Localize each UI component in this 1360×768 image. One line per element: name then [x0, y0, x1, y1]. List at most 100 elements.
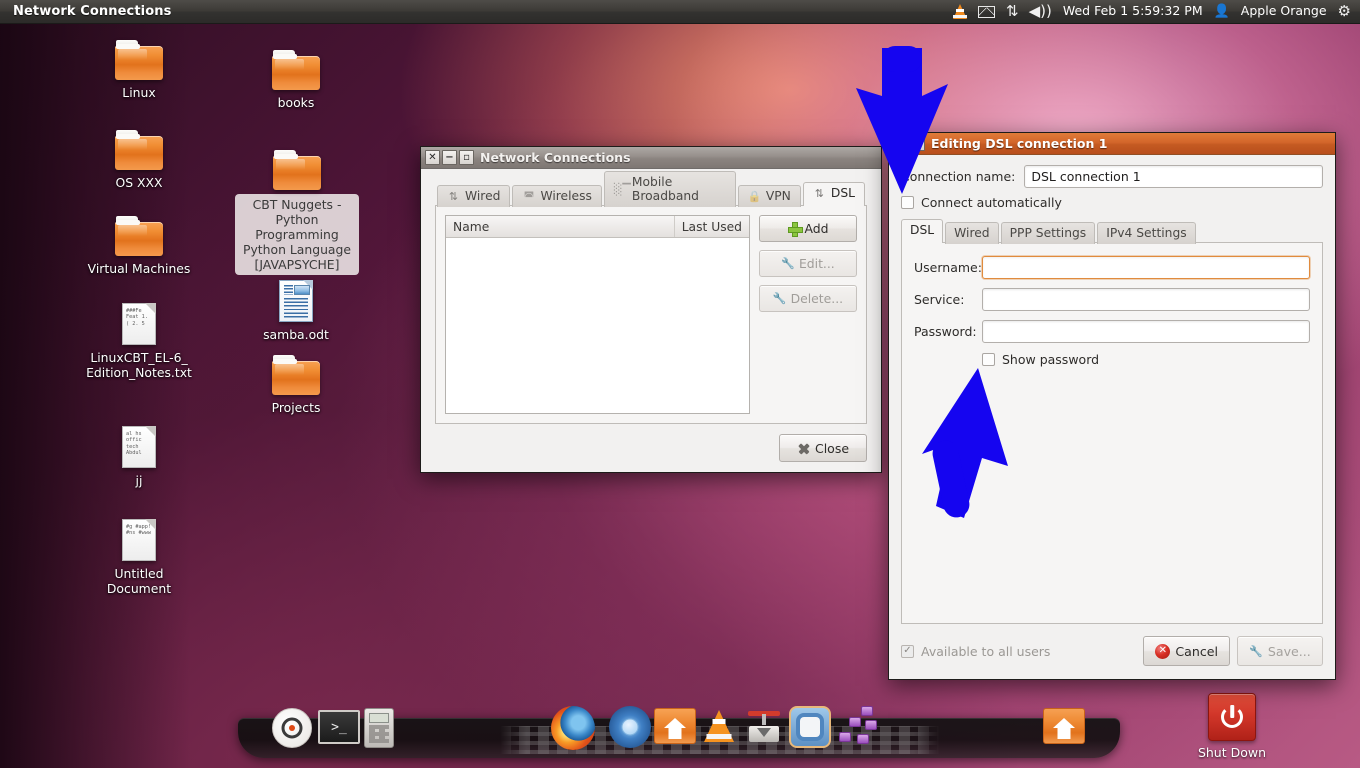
desktop-icon-linuxcbt-notes[interactable]: ###Fe Feat 1. ( 2. 5 LinuxCBT_EL-6_ Edit…	[78, 303, 200, 381]
text-file-icon: #g #app! #ns #www	[122, 519, 156, 561]
username-row: Username:	[914, 256, 1310, 279]
tab-dsl[interactable]: DSL	[901, 219, 944, 243]
add-button[interactable]: Add	[759, 215, 857, 242]
wireless-icon: ◚	[523, 189, 535, 203]
desktop-icon-untitled-document[interactable]: #g #app! #ns #www Untitled Document	[78, 519, 200, 597]
tab-wireless[interactable]: ◚ Wireless	[512, 185, 602, 207]
desktop-icon-label: samba.odt	[263, 327, 329, 342]
desktop-icon-linux[interactable]: Linux	[78, 40, 200, 101]
tab-label: VPN	[765, 189, 791, 203]
save-button[interactable]: 🔧 Save...	[1237, 636, 1323, 666]
clock-indicator[interactable]: Wed Feb 1 5:59:32 PM	[1063, 5, 1203, 18]
window-title: Editing DSL connection 1	[931, 136, 1108, 151]
network-connections-actionbar: Close	[435, 424, 867, 462]
dsl-tab-page: Username: Service: Password: Show passwo…	[901, 242, 1323, 624]
tab-dsl[interactable]: ⇅ DSL	[802, 182, 865, 206]
folder-icon	[272, 50, 320, 90]
folder-icon	[273, 150, 321, 190]
save-button-label: Save...	[1267, 643, 1311, 659]
connection-name-input[interactable]: DSL connection 1	[1024, 165, 1323, 188]
desktop-icon-os-xxx[interactable]: OS XXX	[78, 130, 200, 191]
desktop-icon-label: books	[277, 95, 315, 110]
edit-button[interactable]: 🔧 Edit...	[759, 250, 857, 277]
tab-vpn[interactable]: 🔒 VPN	[737, 185, 801, 207]
vmware-icon[interactable]	[789, 706, 831, 748]
close-button[interactable]: Close	[779, 434, 867, 462]
desktop-icon-label: OS XXX	[115, 175, 163, 190]
tab-ppp-settings[interactable]: PPP Settings	[1000, 222, 1096, 244]
tab-wired[interactable]: Wired	[945, 222, 999, 244]
maximize-icon[interactable]: ▫	[910, 136, 925, 151]
network-connections-titlebar[interactable]: ✕ − ▫ Network Connections	[421, 147, 881, 169]
firefox-icon[interactable]	[551, 706, 595, 750]
mail-indicator-icon[interactable]	[978, 5, 996, 18]
shutdown-desktop-button[interactable]: Shut Down	[1190, 693, 1274, 760]
top-panel: Network Connections ⇅ ◀)) Wed Feb 1 5:59…	[0, 0, 1360, 24]
desktop-icon-cbt-nuggets-python[interactable]: CBT Nuggets - Python Programming Python …	[235, 150, 359, 275]
maximize-icon[interactable]: ▫	[459, 150, 474, 165]
available-all-users-checkbox[interactable]: ✓	[901, 644, 914, 658]
calculator-icon[interactable]	[364, 708, 394, 748]
terminal-icon[interactable]: >_	[318, 710, 360, 744]
dsl-editor-titlebar[interactable]: − ▫ Editing DSL connection 1	[889, 133, 1335, 155]
tab-mobile-broadband[interactable]: ░▔ Mobile Broadband	[603, 171, 736, 207]
file-preview-text: #g #app! #ns #www	[126, 524, 151, 537]
home-folder-icon-right[interactable]	[1043, 708, 1085, 744]
vlc-icon[interactable]	[699, 706, 739, 746]
file-preview-text: al hs offic tech Abdul	[126, 431, 142, 457]
column-header-last-used[interactable]: Last Used	[675, 216, 749, 237]
service-input[interactable]	[982, 288, 1310, 311]
desktop-icon-samba-odt[interactable]: samba.odt	[235, 280, 357, 343]
folder-icon	[115, 130, 163, 170]
volume-indicator-icon[interactable]: ◀))	[1029, 4, 1052, 19]
home-folder-icon[interactable]	[654, 708, 696, 744]
column-header-name[interactable]: Name	[446, 216, 675, 237]
plus-icon	[787, 222, 803, 237]
gear-icon[interactable]: ⚙	[1338, 4, 1351, 19]
desktop-icon-virtual-machines[interactable]: Virtual Machines	[78, 216, 200, 277]
network-connections-content: ⇅ Wired ◚ Wireless ░▔ Mobile Broadband 🔒…	[421, 169, 881, 472]
show-password-row[interactable]: Show password	[982, 352, 1310, 367]
username-input[interactable]	[982, 256, 1310, 279]
network-workgroup-icon[interactable]	[839, 706, 883, 748]
session-user-name[interactable]: Apple Orange	[1241, 5, 1327, 18]
delete-button[interactable]: 🔧 Delete...	[759, 285, 857, 312]
panel-window-title[interactable]: Network Connections	[13, 4, 171, 19]
dsl-icon: ⇅	[814, 186, 824, 200]
connections-list[interactable]: Name Last Used	[445, 215, 750, 414]
show-password-label: Show password	[1002, 352, 1100, 367]
desktop-icon-jj[interactable]: al hs offic tech Abdul jj	[78, 426, 200, 489]
connect-automatically-checkbox[interactable]	[901, 196, 914, 209]
minimize-icon[interactable]: −	[893, 136, 908, 151]
delete-button-label: Delete...	[790, 291, 844, 306]
window-controls: − ▫	[893, 136, 925, 151]
document-file-icon	[279, 280, 313, 322]
power-icon	[1208, 693, 1256, 741]
ubuntu-launcher-icon[interactable]	[272, 708, 312, 748]
show-password-checkbox[interactable]	[982, 353, 995, 366]
connect-automatically-row[interactable]: Connect automatically	[901, 195, 1323, 210]
close-icon[interactable]: ✕	[425, 150, 440, 165]
tab-wired[interactable]: ⇅ Wired	[437, 185, 511, 207]
available-all-users-row[interactable]: ✓ Available to all users	[901, 644, 1050, 659]
minimize-icon[interactable]: −	[442, 150, 457, 165]
connections-list-rows[interactable]	[446, 238, 749, 413]
network-indicator-icon[interactable]: ⇅	[1006, 4, 1019, 19]
cancel-x-icon: ✕	[1155, 643, 1171, 659]
password-input[interactable]	[982, 320, 1310, 343]
tab-ipv4-settings[interactable]: IPv4 Settings	[1097, 222, 1196, 244]
vlc-indicator-icon[interactable]	[953, 4, 968, 19]
text-file-icon: ###Fe Feat 1. ( 2. 5	[122, 303, 156, 345]
cancel-button[interactable]: ✕ Cancel	[1143, 636, 1230, 666]
press-tool-icon[interactable]	[744, 706, 784, 746]
tab-label: DSL	[830, 186, 855, 200]
desktop-icon-label: CBT Nuggets - Python Programming Python …	[235, 194, 359, 275]
desktop-icon-books[interactable]: books	[235, 50, 357, 111]
panel-indicator-area: ⇅ ◀)) Wed Feb 1 5:59:32 PM 👤 Apple Orang…	[953, 4, 1360, 19]
window-controls: ✕ − ▫	[425, 150, 474, 165]
wired-icon: ⇅	[448, 189, 459, 203]
dsl-editor-footer: ✓ Available to all users ✕ Cancel 🔧 Save…	[901, 624, 1323, 679]
desktop-icon-label: Virtual Machines	[87, 261, 191, 276]
chrome-icon[interactable]	[609, 706, 651, 748]
desktop-icon-projects[interactable]: Projects	[235, 355, 357, 416]
